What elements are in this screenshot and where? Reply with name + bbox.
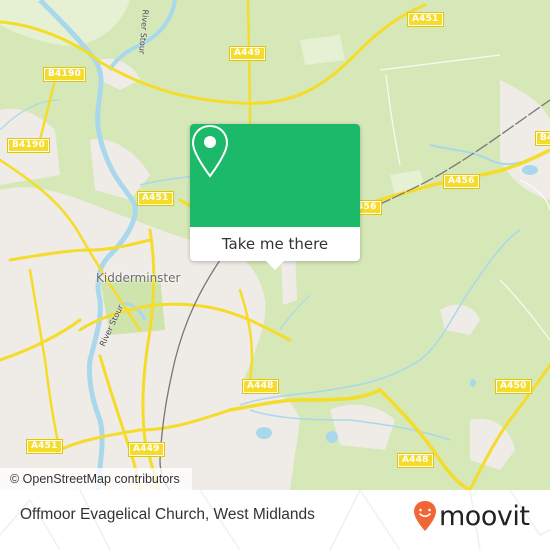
moovit-pin-icon	[414, 501, 436, 531]
moovit-logo[interactable]: moovit	[413, 500, 530, 532]
take-me-there-button[interactable]: Take me there	[190, 227, 360, 261]
map-view[interactable]: A449 A451 B4190 B4190 A451 A456 A456 B4 …	[0, 0, 550, 490]
road-label-a451-central: A451	[137, 191, 174, 206]
map-attribution[interactable]: © OpenStreetMap contributors	[0, 468, 192, 490]
road-label-a456-east: A456	[443, 174, 480, 189]
place-label-kidderminster: Kidderminster	[96, 271, 181, 285]
road-label-a448-central: A448	[242, 379, 279, 394]
road-label-a451-south: A451	[26, 439, 63, 454]
location-title: Offmoor Evagelical Church, West Midlands	[20, 506, 315, 523]
popup-pointer	[266, 261, 284, 270]
road-label-a451-north: A451	[407, 12, 444, 27]
road-label-b4190-west: B4190	[7, 138, 50, 153]
moovit-wordmark: moovit	[439, 500, 530, 532]
road-label-b4-east: B4	[535, 131, 550, 146]
road-label-a449-south: A449	[128, 442, 165, 457]
footer-bar: Offmoor Evagelical Church, West Midlands…	[0, 490, 550, 550]
road-label-a450: A450	[495, 379, 532, 394]
location-pin-icon	[191, 124, 229, 178]
popup-header	[190, 124, 360, 227]
destination-popup: Take me there	[190, 124, 360, 270]
road-label-b4190-north: B4190	[43, 67, 86, 82]
road-label-a448-south: A448	[397, 453, 434, 468]
road-label-a449-north: A449	[229, 46, 266, 61]
